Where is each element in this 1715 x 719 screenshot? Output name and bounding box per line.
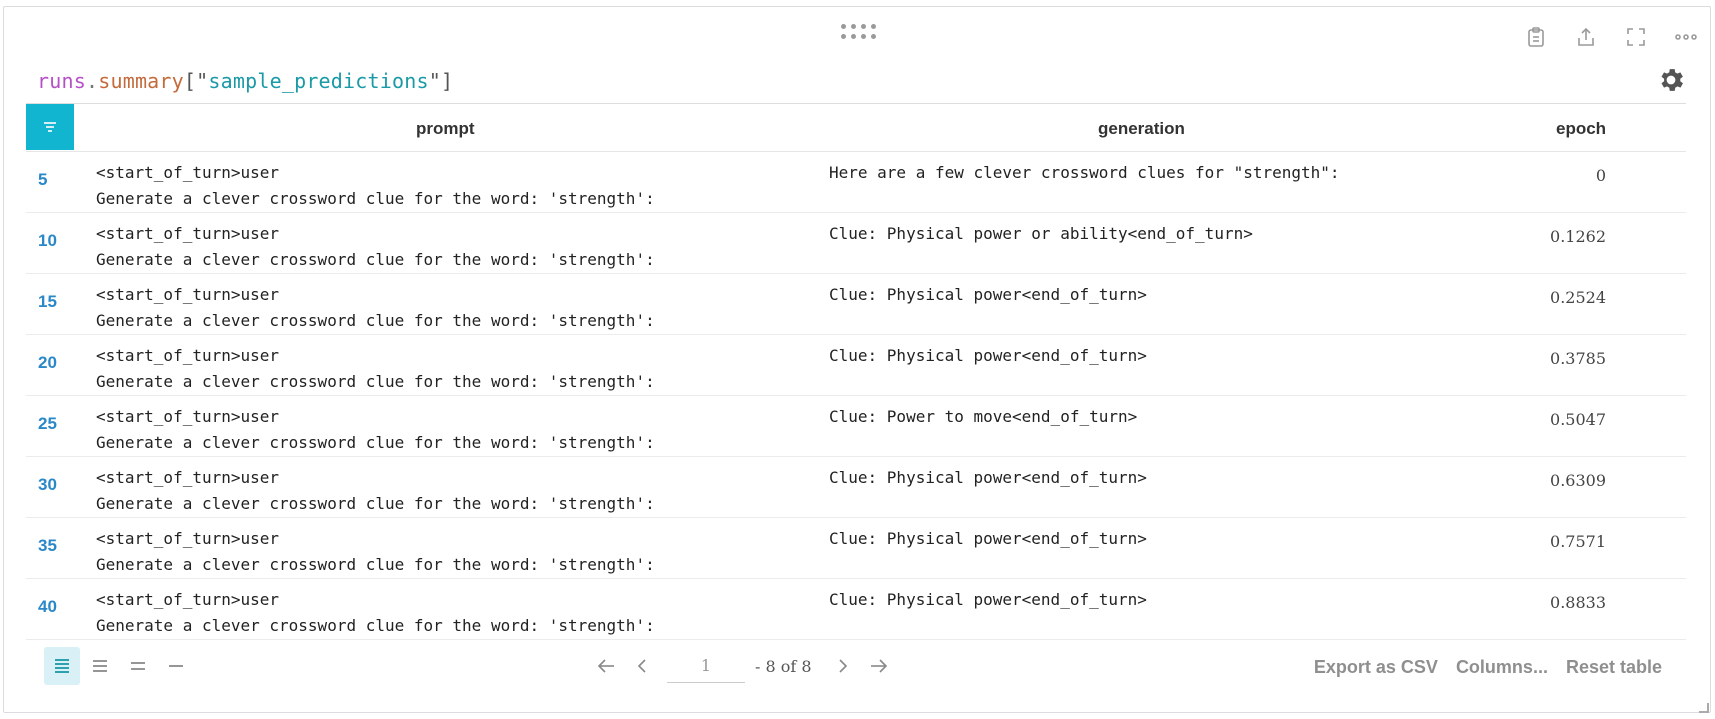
page-number-input[interactable] <box>667 649 745 683</box>
table-header: prompt generation epoch <box>26 104 1686 152</box>
query-key: sample_predictions <box>208 69 429 93</box>
prompt-line-2: Generate a clever crossword clue for the… <box>96 616 655 635</box>
resize-handle-icon[interactable] <box>1699 703 1709 713</box>
row-index-link[interactable]: 35 <box>38 536 57 556</box>
generation-cell: Clue: Physical power<end_of_turn> <box>829 346 1147 365</box>
epoch-cell: 0.5047 <box>1550 410 1606 429</box>
prompt-line-2: Generate a clever crossword clue for the… <box>96 250 655 269</box>
table-row: 25 <start_of_turn>user Generate a clever c… <box>26 396 1686 457</box>
column-header-generation[interactable]: generation <box>1098 119 1185 139</box>
table-row: 5 <start_of_turn>user Generate a clever cr… <box>26 152 1686 213</box>
generation-cell: Clue: Physical power<end_of_turn> <box>829 285 1147 304</box>
share-icon[interactable] <box>1570 23 1602 51</box>
prompt-line-1: <start_of_turn>user <box>96 224 280 243</box>
query-runs: runs <box>37 69 86 93</box>
generation-cell: Clue: Physical power or ability<end_of_t… <box>829 224 1253 243</box>
row-density-options <box>44 647 194 685</box>
clipboard-icon[interactable] <box>1520 23 1552 51</box>
table-footer: - 8 of 8 Export as CSV Columns... Reset … <box>26 645 1686 693</box>
table-row: 15 <start_of_turn>user Generate a clever c… <box>26 274 1686 335</box>
density-extra-tall-button[interactable] <box>44 647 80 685</box>
pagination: - 8 of 8 <box>591 649 894 683</box>
generation-cell: Clue: Power to move<end_of_turn> <box>829 407 1138 426</box>
panel-toolbar <box>1520 23 1702 51</box>
prompt-line-1: <start_of_turn>user <box>96 407 280 426</box>
prompt-line-1: <start_of_turn>user <box>96 346 280 365</box>
epoch-cell: 0.1262 <box>1550 227 1606 246</box>
fullscreen-icon[interactable] <box>1620 23 1652 51</box>
reset-table-button[interactable]: Reset table <box>1566 657 1662 678</box>
generation-cell: Clue: Physical power<end_of_turn> <box>829 529 1147 548</box>
prev-page-chevron-icon[interactable] <box>627 650 657 682</box>
columns-button[interactable]: Columns... <box>1456 657 1548 678</box>
column-header-prompt[interactable]: prompt <box>416 119 475 139</box>
generation-cell: Clue: Physical power<end_of_turn> <box>829 590 1147 609</box>
prompt-cell: <start_of_turn>user Generate a clever cro… <box>96 404 796 456</box>
table-body: 5 <start_of_turn>user Generate a clever cr… <box>26 152 1686 640</box>
prompt-cell: <start_of_turn>user Generate a clever cro… <box>96 343 796 395</box>
epoch-cell: 0.6309 <box>1550 471 1606 490</box>
density-tall-button[interactable] <box>82 647 118 685</box>
generation-cell: Clue: Physical power<end_of_turn> <box>829 468 1147 487</box>
prompt-cell: <start_of_turn>user Generate a clever cro… <box>96 221 796 273</box>
row-index-link[interactable]: 40 <box>38 597 57 617</box>
density-medium-button[interactable] <box>120 647 156 685</box>
prompt-line-2: Generate a clever crossword clue for the… <box>96 433 655 452</box>
row-index-link[interactable]: 10 <box>38 231 57 251</box>
row-index-link[interactable]: 5 <box>38 170 47 190</box>
query-expression[interactable]: runs.summary["sample_predictions"] <box>37 69 453 93</box>
prompt-line-2: Generate a clever crossword clue for the… <box>96 311 655 330</box>
row-index-link[interactable]: 30 <box>38 475 57 495</box>
export-csv-button[interactable]: Export as CSV <box>1314 657 1438 678</box>
epoch-cell: 0.8833 <box>1550 593 1606 612</box>
prompt-cell: <start_of_turn>user Generate a clever cro… <box>96 587 796 639</box>
epoch-cell: 0.3785 <box>1550 349 1606 368</box>
prompt-line-1: <start_of_turn>user <box>96 529 280 548</box>
next-page-chevron-icon[interactable] <box>828 650 858 682</box>
prompt-line-1: <start_of_turn>user <box>96 163 280 182</box>
epoch-cell: 0.7571 <box>1550 532 1606 551</box>
more-icon[interactable] <box>1670 23 1702 51</box>
epoch-cell: 0 <box>1595 166 1606 185</box>
prompt-cell: <start_of_turn>user Generate a clever cro… <box>96 160 796 212</box>
prompt-line-2: Generate a clever crossword clue for the… <box>96 372 655 391</box>
prompt-cell: <start_of_turn>user Generate a clever cro… <box>96 282 796 334</box>
generation-cell: Here are a few clever crossword clues fo… <box>829 163 1340 182</box>
table-row: 30 <start_of_turn>user Generate a clever c… <box>26 457 1686 518</box>
column-header-epoch[interactable]: epoch <box>1556 119 1606 139</box>
first-page-arrow-icon[interactable] <box>591 650 621 682</box>
table-row: 20 <start_of_turn>user Generate a clever c… <box>26 335 1686 396</box>
settings-gear-icon[interactable] <box>1656 65 1686 95</box>
last-page-arrow-icon[interactable] <box>864 650 894 682</box>
table-row: 40 <start_of_turn>user Generate a clever c… <box>26 579 1686 640</box>
prompt-line-1: <start_of_turn>user <box>96 468 280 487</box>
table-row: 35 <start_of_turn>user Generate a clever c… <box>26 518 1686 579</box>
prompt-line-1: <start_of_turn>user <box>96 590 280 609</box>
prompt-cell: <start_of_turn>user Generate a clever cro… <box>96 526 796 578</box>
query-dot: . <box>85 69 99 93</box>
query-open: [" <box>183 69 209 93</box>
row-index-link[interactable]: 15 <box>38 292 57 312</box>
density-compact-button[interactable] <box>158 647 194 685</box>
query-summary: summary <box>98 69 184 93</box>
drag-handle-icon[interactable] <box>839 23 879 41</box>
prompt-line-2: Generate a clever crossword clue for the… <box>96 189 655 208</box>
prompt-line-2: Generate a clever crossword clue for the… <box>96 494 655 513</box>
table-row: 10 <start_of_turn>user Generate a clever c… <box>26 213 1686 274</box>
filter-icon <box>44 122 56 132</box>
query-close: "] <box>428 69 454 93</box>
prompt-cell: <start_of_turn>user Generate a clever cro… <box>96 465 796 517</box>
prompt-line-1: <start_of_turn>user <box>96 285 280 304</box>
filter-button[interactable] <box>26 104 74 150</box>
row-index-link[interactable]: 20 <box>38 353 57 373</box>
row-index-link[interactable]: 25 <box>38 414 57 434</box>
page-total-label: - 8 of 8 <box>755 656 812 676</box>
table-actions: Export as CSV Columns... Reset table <box>1314 657 1662 678</box>
prompt-line-2: Generate a clever crossword clue for the… <box>96 555 655 574</box>
epoch-cell: 0.2524 <box>1550 288 1606 307</box>
predictions-table: prompt generation epoch 5 <start_of_turn>… <box>26 103 1686 645</box>
